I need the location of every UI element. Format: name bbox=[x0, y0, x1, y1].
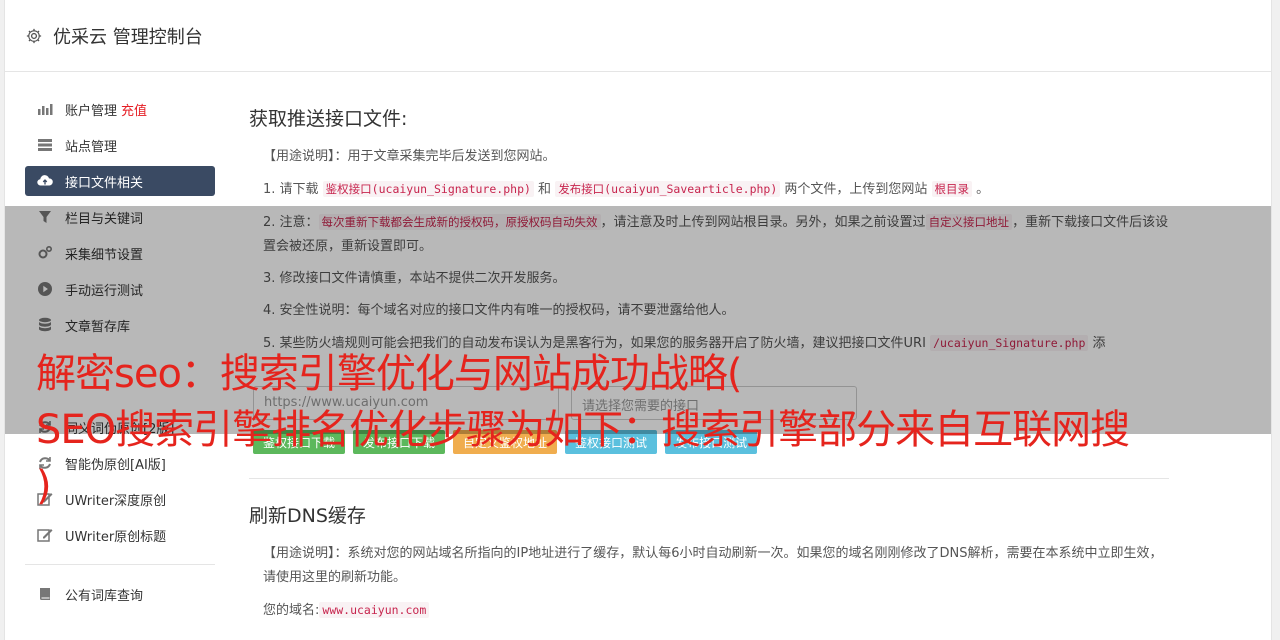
sidebar-item-sites[interactable]: 站点管理 bbox=[25, 130, 215, 160]
usage-label: 【用途说明】 bbox=[263, 546, 335, 561]
sidebar-item-interface-files[interactable]: 接口文件相关 bbox=[25, 166, 215, 196]
ad-line-1: 解密seo：搜索引擎优化与网站成功战略( bbox=[36, 351, 743, 397]
domain-label: 您的域名: bbox=[263, 603, 320, 618]
app-title: 优采云 管理控制台 bbox=[53, 26, 203, 48]
sidebar-item-uwriter-title[interactable]: UWriter原创标题 bbox=[25, 520, 215, 550]
section-title-push-files: 获取推送接口文件: bbox=[249, 108, 408, 130]
usage-description: 【用途说明】：用于文章采集完毕后发送到您网站。 bbox=[249, 145, 1169, 169]
sidebar-item-label: 站点管理 bbox=[65, 139, 118, 155]
note-text: 。 bbox=[972, 182, 990, 197]
cloud-upload-icon bbox=[37, 173, 53, 189]
book-icon bbox=[37, 586, 53, 602]
note-text: 和 bbox=[533, 182, 556, 197]
edit-icon bbox=[37, 527, 53, 543]
root-dir-code: 根目录 bbox=[931, 181, 973, 197]
recharge-link[interactable]: 充值 bbox=[121, 100, 147, 119]
note-text: 两个文件，上传到您网站 bbox=[780, 182, 932, 197]
savearticle-file-code: 发布接口(ucaiyun_Savearticle.php) bbox=[555, 181, 781, 197]
note-1: 1. 请下载 鉴权接口(ucaiyun_Signature.php) 和 发布接… bbox=[249, 177, 1169, 202]
bar-chart-icon bbox=[37, 101, 53, 117]
signature-file-code: 鉴权接口(ucaiyun_Signature.php) bbox=[322, 181, 534, 197]
sidebar-item-label: 账户管理 bbox=[65, 103, 118, 119]
sidebar-item-public-lexicon[interactable]: 公有词库查询 bbox=[25, 579, 215, 609]
sidebar-item-label: 公有词库查询 bbox=[65, 588, 144, 604]
usage-label: 【用途说明】 bbox=[263, 149, 335, 164]
server-icon bbox=[37, 137, 53, 153]
ad-line-2: SEO搜索引擎排名优化步骤为如下：搜索引擎部分来自互联网搜 bbox=[36, 407, 1130, 453]
sidebar-item-label: 接口文件相关 bbox=[65, 175, 144, 191]
console-frame: 优采云 管理控制台 账户管理 充值 站点管理 接口文件相关 栏目与关键词 采集细… bbox=[4, 0, 1272, 640]
usage-text: ：系统对您的网站域名所指向的IP地址进行了缓存，默认每6小时自动刷新一次。如果您… bbox=[263, 546, 1163, 585]
ad-overlay-text[interactable]: 解密seo：搜索引擎优化与网站成功战略( SEO搜索引擎排名优化步骤为如下：搜索… bbox=[36, 346, 1256, 514]
domain-line: 您的域名: www.ucaiyun.com bbox=[249, 598, 1169, 623]
ad-line-3: ) bbox=[36, 463, 52, 509]
domain-value: www.ucaiyun.com bbox=[319, 602, 430, 618]
dns-usage-description: 【用途说明】：系统对您的网站域名所指向的IP地址进行了缓存，默认每6小时自动刷新… bbox=[249, 542, 1169, 590]
sidebar-item-label: UWriter原创标题 bbox=[65, 529, 167, 545]
topbar: 优采云 管理控制台 bbox=[5, 0, 1271, 72]
note-text: 1. 请下载 bbox=[263, 182, 323, 197]
sidebar-item-account[interactable]: 账户管理 充值 bbox=[25, 94, 215, 124]
sidebar-divider bbox=[25, 564, 215, 565]
gear-icon[interactable] bbox=[25, 27, 43, 45]
usage-text: ：用于文章采集完毕后发送到您网站。 bbox=[334, 149, 556, 164]
